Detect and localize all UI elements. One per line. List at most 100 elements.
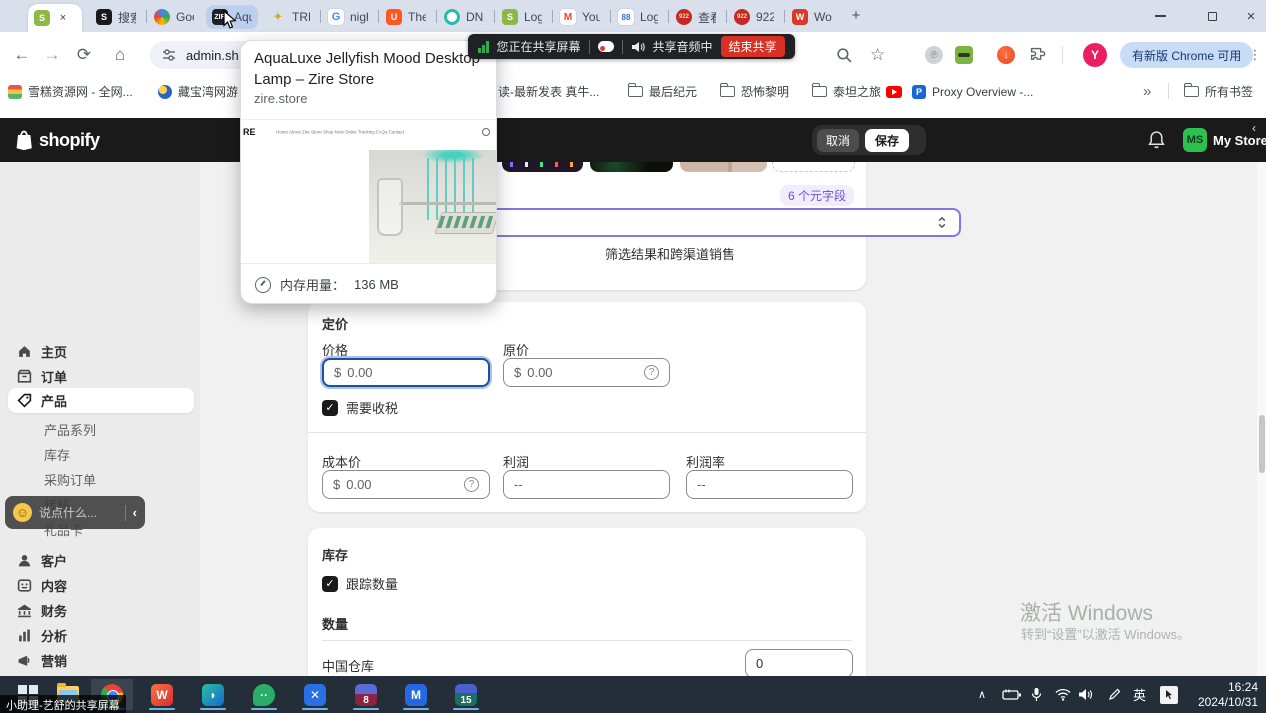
site-info-icon[interactable] <box>162 48 176 62</box>
bookmarks-overflow[interactable]: » <box>1143 82 1151 101</box>
collapse-left-icon[interactable]: ‹ <box>133 505 137 520</box>
tray-expand-chevron[interactable]: ∧ <box>978 676 986 713</box>
sidebar-item-finances[interactable]: 财务 <box>8 598 194 623</box>
notifications-bell-icon[interactable] <box>1148 131 1165 149</box>
bookmark-folder[interactable]: 最后纪元 <box>628 82 697 101</box>
comment-input[interactable]: 说点什么... <box>39 504 118 521</box>
profile-avatar[interactable]: Y <box>1083 43 1107 67</box>
sidebar-item-inventory[interactable]: 库存 <box>8 443 194 465</box>
quantity-input[interactable] <box>756 656 842 671</box>
bookmark-star-icon[interactable]: ☆ <box>870 42 885 68</box>
browser-tab[interactable]: 922 922F <box>728 5 780 29</box>
chrome-update-pill[interactable]: 有新版 Chrome 可用 <box>1120 42 1253 68</box>
profit-field[interactable] <box>503 470 670 499</box>
bookmark-item[interactable]: 读-最新发表 真牛... <box>498 82 599 101</box>
sidebar-item-collections[interactable]: 产品系列 <box>8 418 194 440</box>
cost-field[interactable]: $ ? <box>322 470 490 499</box>
browser-tab[interactable]: ✦ TREN <box>264 5 316 29</box>
category-select[interactable] <box>430 208 961 237</box>
calendar-8-app-button[interactable]: 8 <box>345 679 387 710</box>
speaker-icon[interactable] <box>1078 676 1093 713</box>
browser-tab[interactable]: G nigh <box>322 5 374 29</box>
wechat-button[interactable]: ·· <box>243 679 285 710</box>
smiley-icon[interactable]: ☺ <box>13 503 32 522</box>
sidebar-item-purchase-orders[interactable]: 采购订单 <box>8 468 194 490</box>
browser-tab[interactable]: S 搜索 <box>90 5 142 29</box>
bookmark-youtube[interactable] <box>886 82 902 101</box>
sidebar-item-marketing[interactable]: 营销 <box>8 648 194 673</box>
all-bookmarks-folder[interactable]: 所有书签 <box>1184 82 1253 101</box>
calendar-15-app-button[interactable]: 15 <box>445 679 487 710</box>
extension-glasses-icon[interactable] <box>955 42 973 68</box>
bookmark-item[interactable]: 藏宝湾网游 <box>158 82 238 101</box>
bookmark-folder[interactable]: 泰坦之旅 <box>812 82 881 101</box>
checkbox-checked-icon[interactable]: ✓ <box>322 576 338 592</box>
minimize-button[interactable] <box>1140 0 1180 32</box>
wps-button[interactable]: W <box>141 679 183 710</box>
extension-gray-icon[interactable]: ℗ <box>925 42 943 68</box>
cancel-button[interactable]: 取消 <box>817 129 859 152</box>
ime-indicator[interactable]: 英 <box>1133 676 1146 713</box>
track-quantity-checkbox-row[interactable]: ✓ 跟踪数量 <box>322 574 398 593</box>
browser-menu-icon[interactable]: ⋮ <box>1248 47 1262 63</box>
taskbar-clock[interactable]: 16:24 2024/10/31 <box>1198 680 1258 710</box>
price-input[interactable] <box>347 365 478 380</box>
blue-x-app-button[interactable]: ✕ <box>294 679 336 710</box>
sidebar-item-orders[interactable]: 订单 <box>8 364 194 389</box>
price-field[interactable]: $ <box>322 358 490 387</box>
browser-tab[interactable]: W Wor <box>786 5 838 29</box>
browser-tab[interactable]: 922 查看 <box>670 5 722 29</box>
cost-input[interactable] <box>346 477 458 492</box>
bookmark-item[interactable]: 雪糕资源网 - 全网... <box>8 82 133 101</box>
collapse-chevron-icon[interactable]: ‹ <box>1252 121 1256 135</box>
store-avatar[interactable]: MS <box>1183 128 1207 152</box>
reload-button[interactable]: ⟳ <box>72 43 96 67</box>
checkbox-checked-icon[interactable]: ✓ <box>322 400 338 416</box>
stop-sharing-button[interactable]: 结束共享 <box>721 36 785 57</box>
close-button[interactable]: × <box>1236 0 1266 32</box>
extension-download-icon[interactable]: ↓ <box>997 42 1015 68</box>
touch-keyboard-icon[interactable] <box>1160 676 1178 713</box>
browser-tab[interactable]: DNS <box>438 5 490 29</box>
sidebar-item-customers[interactable]: 客户 <box>8 548 194 573</box>
battery-icon[interactable] <box>1002 676 1022 713</box>
browser-tab[interactable]: U The <box>380 5 432 29</box>
scrollbar-thumb[interactable] <box>1259 415 1265 473</box>
microphone-icon[interactable] <box>1031 676 1042 713</box>
help-icon[interactable]: ? <box>644 365 659 380</box>
profit-input[interactable] <box>514 477 659 492</box>
meeting-app-button[interactable]: M <box>395 679 437 710</box>
forward-button[interactable]: → <box>40 43 64 67</box>
teal-app-button[interactable]: ◗ <box>192 679 234 710</box>
sidebar-item-content[interactable]: 内容 <box>8 573 194 598</box>
tab-close-icon[interactable]: × <box>56 11 70 25</box>
compare-price-input[interactable] <box>527 365 638 380</box>
bookmark-item[interactable]: P Proxy Overview -... <box>912 82 1033 101</box>
sidebar-item-products[interactable]: 产品 <box>8 388 194 413</box>
browser-tab-active[interactable]: S × <box>28 4 82 32</box>
extensions-puzzle-icon[interactable] <box>1030 42 1047 68</box>
compare-price-field[interactable]: $ ? <box>503 358 670 387</box>
sidebar-item-analytics[interactable]: 分析 <box>8 623 194 648</box>
pen-icon[interactable] <box>1108 676 1121 713</box>
margin-input[interactable] <box>697 477 842 492</box>
save-button[interactable]: 保存 <box>865 129 909 152</box>
quantity-field[interactable] <box>745 649 853 678</box>
bookmark-folder[interactable]: 恐怖黎明 <box>720 82 789 101</box>
home-button[interactable]: ⌂ <box>108 43 132 67</box>
new-tab-button[interactable]: + <box>846 6 866 26</box>
zoom-icon[interactable] <box>836 42 853 68</box>
wifi-icon[interactable] <box>1055 676 1071 713</box>
sidebar-item-home[interactable]: 主页 <box>8 339 194 364</box>
browser-tab[interactable]: M Your <box>554 5 606 29</box>
browser-tab[interactable]: Goo <box>148 5 200 29</box>
browser-tab[interactable]: S Logo <box>496 5 548 29</box>
page-scrollbar[interactable] <box>1257 162 1266 676</box>
restore-button[interactable] <box>1192 0 1232 32</box>
help-icon[interactable]: ? <box>464 477 479 492</box>
charge-tax-checkbox-row[interactable]: ✓ 需要收税 <box>322 398 398 417</box>
browser-tab[interactable]: 88 Logo <box>612 5 664 29</box>
metafields-link[interactable]: 6 个元字段 <box>780 185 854 206</box>
back-button[interactable]: ← <box>10 43 34 67</box>
margin-field[interactable] <box>686 470 853 499</box>
